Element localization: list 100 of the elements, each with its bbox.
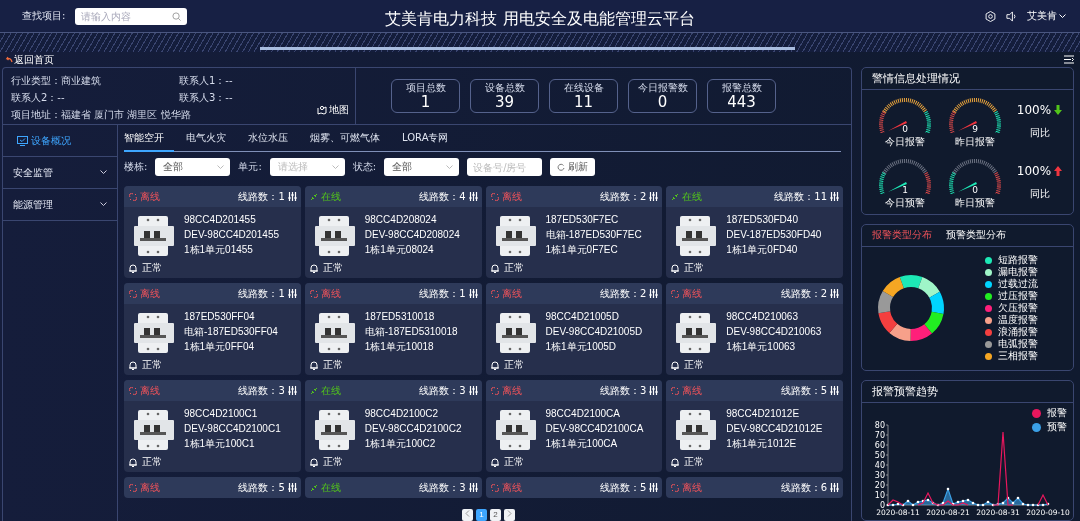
alarm-status: 正常: [684, 261, 705, 275]
stat-value: 39: [494, 95, 515, 111]
broken-link-icon: [129, 483, 137, 492]
search-field[interactable]: 请输入内容: [75, 7, 188, 25]
device-location: 1栋1单元10018: [364, 340, 435, 353]
device-tab[interactable]: 电气火灾: [186, 129, 236, 152]
device-card[interactable]: 离线 线路数：5 98CC4D21012E DEV-98CC4D21012E 1栋1单元1012E 正常: [666, 380, 843, 472]
device-card[interactable]: 离线 线路数：5: [485, 477, 663, 498]
line-count: 线路数：1: [419, 286, 478, 301]
device-tab[interactable]: 智能空开: [124, 129, 174, 152]
device-status: 离线: [490, 383, 522, 398]
broken-link-icon: [129, 386, 137, 395]
device-status: 离线: [490, 480, 522, 495]
alarm-status: 正常: [322, 455, 343, 469]
device-id: 187ED530F7EC: [545, 213, 620, 226]
sliders-icon: [830, 386, 839, 395]
stat-value: 0: [657, 95, 668, 111]
device-card[interactable]: 离线 线路数：3 98CC4D2100C1 DEV-98CC4D2100C1 1栋1单元100C1 正常: [124, 380, 301, 472]
legend-label: 欠压报警: [998, 301, 1038, 314]
speaker-icon[interactable]: [1006, 10, 1017, 22]
chevron-left-icon: [465, 510, 470, 517]
line-count: 线路数：1: [238, 189, 297, 204]
device-card[interactable]: 离线 线路数：5: [124, 477, 301, 498]
next-page-button[interactable]: [504, 509, 515, 521]
device-name: DEV-98CC4D2100C2: [364, 422, 462, 435]
sliders-icon: [468, 386, 478, 395]
device-card[interactable]: 离线 线路数：1 187ED530FF04 电箱-187ED530FF04 1栋1单元0FF04 正常: [124, 283, 301, 375]
distribution-tab[interactable]: 报警类型分布: [872, 228, 932, 243]
search-label: 查找项目:: [22, 9, 66, 23]
previous-page-button[interactable]: [462, 509, 473, 521]
device-card[interactable]: 在线 线路数：3: [304, 477, 482, 498]
sliders-icon: [649, 289, 659, 298]
info-text: 行业类型：商业建筑: [11, 74, 101, 88]
info-text: 联系人3：--: [179, 91, 233, 105]
device-id: 98CC4D2100CA: [545, 407, 621, 420]
gauge-value: 0: [901, 123, 909, 134]
y-tick-label: 30: [874, 470, 885, 480]
device-card[interactable]: 离线 线路数：2 98CC4D210063 DEV-98CC4D210063 1栋1单元10063 正常: [666, 283, 843, 375]
menu-icon[interactable]: [1064, 55, 1074, 64]
app-title: 艾美肯电力科技 用电安全及电能管理云平台: [385, 9, 695, 28]
device-name: 电箱-187ED5310018: [364, 325, 458, 338]
device-card[interactable]: 离线 线路数：1 98CC4D201455 DEV-98CC4D201455 1栋1单元01455 正常: [124, 186, 301, 278]
alarm-status: 正常: [503, 358, 524, 372]
device-location: 1栋1单元0FF04: [184, 340, 256, 353]
device-tab[interactable]: 水位水压: [248, 129, 298, 152]
alarm-status: 正常: [142, 261, 162, 275]
line-count: 线路数：3: [238, 383, 297, 398]
user-menu[interactable]: 艾美肯: [1027, 9, 1066, 23]
device-status: 在线: [309, 189, 341, 204]
info-text: 联系人1：--: [179, 74, 233, 88]
legend-label: 预警: [1047, 421, 1067, 435]
device-tab[interactable]: LORA专网: [402, 129, 459, 152]
device-status: 离线: [129, 189, 160, 204]
device-card[interactable]: 离线 线路数：2 98CC4D21005D DEV-98CC4D21005D 1栋1单元1005D 正常: [485, 283, 663, 375]
device-id: 187ED530FF04: [184, 310, 256, 323]
device-card[interactable]: 离线 线路数：1 187ED5310018 电箱-187ED5310018 1栋1单元10018 正常: [304, 283, 482, 375]
device-location: 1栋1单元1005D: [545, 340, 618, 353]
map-link[interactable]: 地图: [317, 103, 349, 117]
chevron-down-icon: [331, 164, 339, 170]
status-select[interactable]: 全部: [384, 158, 460, 176]
line-count: 线路数：3: [419, 480, 478, 495]
distribution-tab[interactable]: 预警类型分布: [946, 228, 1006, 243]
sidebar-item[interactable]: 设备概况: [3, 125, 117, 157]
device-card[interactable]: 在线 线路数：11 187ED530FD40 DEV-187ED530FD40 1栋1单元0FD40 正常: [666, 186, 843, 278]
device-card[interactable]: 离线 线路数：3 98CC4D2100CA DEV-98CC4D2100CA 1栋1单元100CA 正常: [485, 380, 663, 472]
building-select[interactable]: 全部: [155, 158, 231, 176]
device-card[interactable]: 在线 线路数：3 98CC4D2100C2 DEV-98CC4D2100C2 1栋1单元100C2 正常: [304, 380, 482, 472]
sliders-icon: [649, 386, 659, 395]
device-tab[interactable]: 烟雾、可燃气体: [310, 129, 390, 152]
bell-icon: [490, 360, 499, 370]
refresh-button[interactable]: 刷新: [550, 158, 596, 176]
settings-icon[interactable]: [985, 10, 996, 22]
stat-label: 在线设备: [563, 81, 604, 95]
device-id: 98CC4D2100C1: [184, 407, 259, 420]
alarm-status: 正常: [684, 455, 705, 469]
device-card[interactable]: 离线 线路数：6: [666, 477, 843, 498]
device-id: 98CC4D21005D: [545, 310, 620, 323]
gauge-label: 今日预警: [885, 195, 925, 210]
bell-icon: [129, 457, 137, 467]
info-text: 联系人2：--: [11, 91, 65, 105]
sidebar-item[interactable]: 能源管理: [3, 189, 117, 221]
sliders-icon: [287, 192, 297, 201]
search-input[interactable]: 请输入内容: [81, 10, 168, 22]
legend-label: 过压报警: [998, 289, 1038, 303]
gauge-label: 今日报警: [885, 134, 925, 149]
line-count: 线路数：2: [599, 189, 659, 204]
broken-link-icon: [671, 289, 680, 298]
line-count: 线路数：11: [774, 189, 839, 204]
bell-icon: [129, 263, 137, 273]
device-card[interactable]: 离线 线路数：2 187ED530F7EC 电箱-187ED530F7EC 1栋1单元0F7EC 正常: [485, 186, 663, 278]
device-card[interactable]: 在线 线路数：4 98CC4D208024 DEV-98CC4D208024 1栋1单元08024 正常: [304, 186, 482, 278]
line-count: 线路数：3: [419, 383, 478, 398]
back-link[interactable]: 返回首页: [5, 52, 54, 67]
broken-link-icon: [490, 483, 499, 492]
device-status: 离线: [129, 480, 160, 495]
page-button[interactable]: 2: [490, 509, 501, 521]
device-search-field[interactable]: 设备号/房号: [467, 158, 543, 176]
sidebar-item[interactable]: 安全监管: [3, 157, 117, 189]
device-status: 离线: [309, 286, 341, 301]
sliders-icon: [468, 483, 478, 492]
